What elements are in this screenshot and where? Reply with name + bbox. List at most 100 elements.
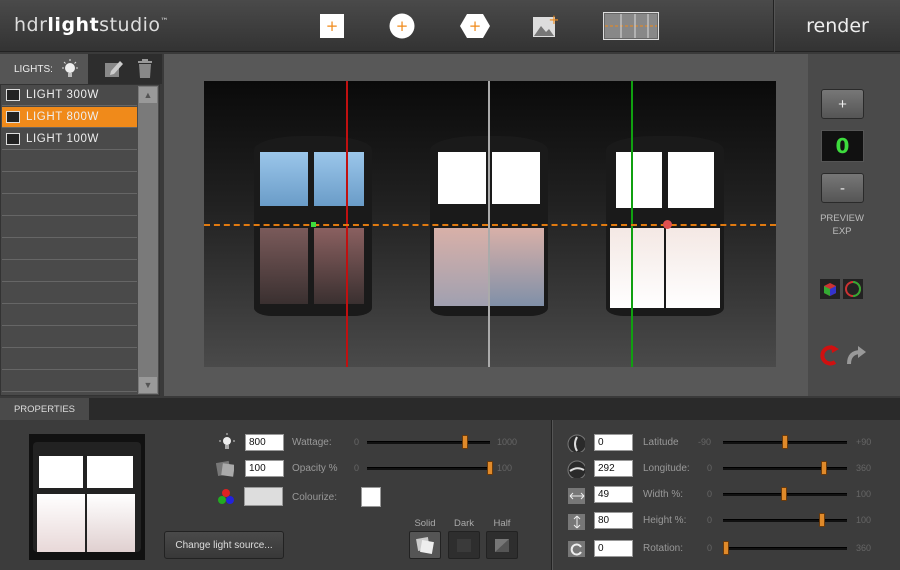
image-light-icon	[6, 89, 20, 101]
light-list-item[interactable]: LIGHT 300W	[2, 85, 137, 106]
lights-panel-header: LIGHTS:	[0, 54, 162, 84]
latitude-input[interactable]: 0	[594, 434, 633, 451]
equator-line	[204, 224, 776, 226]
height-icon	[568, 514, 585, 530]
sphere-icon	[843, 279, 863, 299]
empty-list-row	[2, 283, 137, 304]
lights-tab[interactable]: LIGHTS:	[0, 54, 88, 84]
render-divider	[773, 0, 774, 52]
rotation-slider-handle[interactable]	[723, 541, 729, 555]
redo-button[interactable]	[845, 344, 867, 371]
opacity-slider[interactable]	[367, 467, 490, 470]
redo-icon	[847, 346, 866, 365]
delete-light-button[interactable]	[136, 58, 154, 85]
height-label: Height %:	[643, 515, 687, 526]
svg-text:+: +	[469, 17, 482, 35]
scroll-up-icon[interactable]: ▲	[139, 87, 157, 103]
change-light-source-button[interactable]: Change light source...	[164, 531, 284, 559]
width-input[interactable]: 49	[594, 486, 633, 503]
exposure-plus-button[interactable]: +	[821, 89, 864, 119]
width-label: Width %:	[643, 489, 684, 500]
empty-list-row	[2, 371, 137, 392]
width-max: 100	[856, 489, 872, 499]
render-button[interactable]: render	[775, 0, 900, 52]
add-hexagon-light-button[interactable]: +	[459, 12, 491, 40]
undo-button[interactable]	[818, 344, 840, 371]
cube-icon	[820, 279, 840, 299]
properties-header: PROPERTIES	[0, 398, 900, 420]
panorama-view-button[interactable]	[603, 12, 659, 40]
scroll-down-icon[interactable]: ▼	[139, 377, 157, 393]
light-handle[interactable]	[311, 222, 316, 227]
colourize-checkbox[interactable]	[361, 487, 381, 507]
edit-light-button[interactable]	[103, 59, 123, 84]
light-item-label: LIGHT 800W	[26, 111, 99, 123]
height-min: 0	[707, 515, 713, 525]
light-item-label: LIGHT 300W	[26, 89, 99, 101]
lights-list: LIGHT 300W LIGHT 800W LIGHT 100W ▲ ▼	[0, 84, 160, 396]
empty-list-row	[2, 305, 137, 326]
top-toolbar: hdrlightstudio™ + + + + render	[0, 0, 900, 52]
height-slider[interactable]	[723, 519, 847, 522]
add-circle-light-button[interactable]: +	[388, 12, 416, 40]
longitude-label: Longitude:	[643, 463, 690, 474]
opacity-min: 0	[354, 463, 360, 473]
svg-text:+: +	[549, 13, 560, 28]
longitude-slider[interactable]	[723, 467, 847, 470]
longitude-min: 0	[707, 463, 713, 473]
lights-scrollbar[interactable]: ▲ ▼	[138, 86, 158, 394]
height-input[interactable]: 80	[594, 512, 633, 529]
empty-list-row	[2, 151, 137, 172]
wattage-max: 1000	[497, 437, 518, 447]
exposure-minus-button[interactable]: -	[821, 173, 864, 203]
hdr-canvas[interactable]	[204, 81, 776, 367]
selected-light-handle[interactable]	[663, 220, 672, 229]
light-list-item-selected[interactable]: LIGHT 800W	[2, 107, 137, 128]
width-slider-handle[interactable]	[780, 487, 787, 501]
latitude-min: -90	[698, 437, 712, 447]
add-rect-light-button[interactable]: +	[318, 12, 346, 40]
image-light-icon	[6, 133, 20, 145]
opacity-icon	[216, 460, 234, 477]
height-slider-handle[interactable]	[819, 513, 826, 527]
width-icon	[568, 488, 585, 504]
rotation-slider[interactable]	[723, 547, 847, 550]
empty-list-row	[2, 173, 137, 194]
mode-half-label: Half	[493, 518, 511, 529]
undo-icon	[820, 345, 839, 366]
longitude-slider-handle[interactable]	[820, 461, 827, 475]
dark-mode-icon	[457, 539, 471, 552]
wattage-slider[interactable]	[367, 441, 490, 444]
wattage-min: 0	[354, 437, 360, 447]
add-hexagon-light-icon: +	[460, 14, 490, 38]
wattage-slider-handle[interactable]	[462, 435, 469, 449]
longitude-input[interactable]: 292	[594, 460, 633, 477]
colour-swatch[interactable]	[244, 487, 283, 506]
trash-icon	[138, 59, 152, 78]
height-max: 100	[856, 515, 872, 525]
sphere-view-button[interactable]	[843, 279, 863, 304]
empty-list-row	[2, 327, 137, 348]
latitude-icon	[567, 434, 585, 452]
cube-view-button[interactable]	[820, 279, 840, 304]
wattage-input[interactable]: 800	[245, 434, 284, 451]
add-circle-light-icon: +	[389, 13, 415, 39]
rotation-icon	[568, 541, 585, 557]
mode-solid-button[interactable]	[409, 531, 441, 559]
latitude-max: +90	[856, 437, 872, 447]
solid-mode-icon	[416, 537, 434, 554]
properties-divider	[551, 420, 552, 570]
properties-tab[interactable]: PROPERTIES	[0, 398, 89, 420]
mode-dark-button[interactable]	[448, 531, 480, 559]
add-image-light-button[interactable]: +	[532, 12, 560, 40]
opacity-input[interactable]: 100	[245, 460, 284, 477]
longitude-icon	[567, 460, 585, 478]
rotation-input[interactable]: 0	[594, 540, 633, 557]
image-light-icon	[6, 111, 20, 123]
light-list-item[interactable]: LIGHT 100W	[2, 129, 137, 150]
mode-half-button[interactable]	[486, 531, 518, 559]
opacity-slider-handle[interactable]	[487, 461, 493, 475]
latitude-slider-handle[interactable]	[782, 435, 788, 449]
rgb-color-icon	[218, 489, 234, 504]
empty-list-row	[2, 349, 137, 370]
